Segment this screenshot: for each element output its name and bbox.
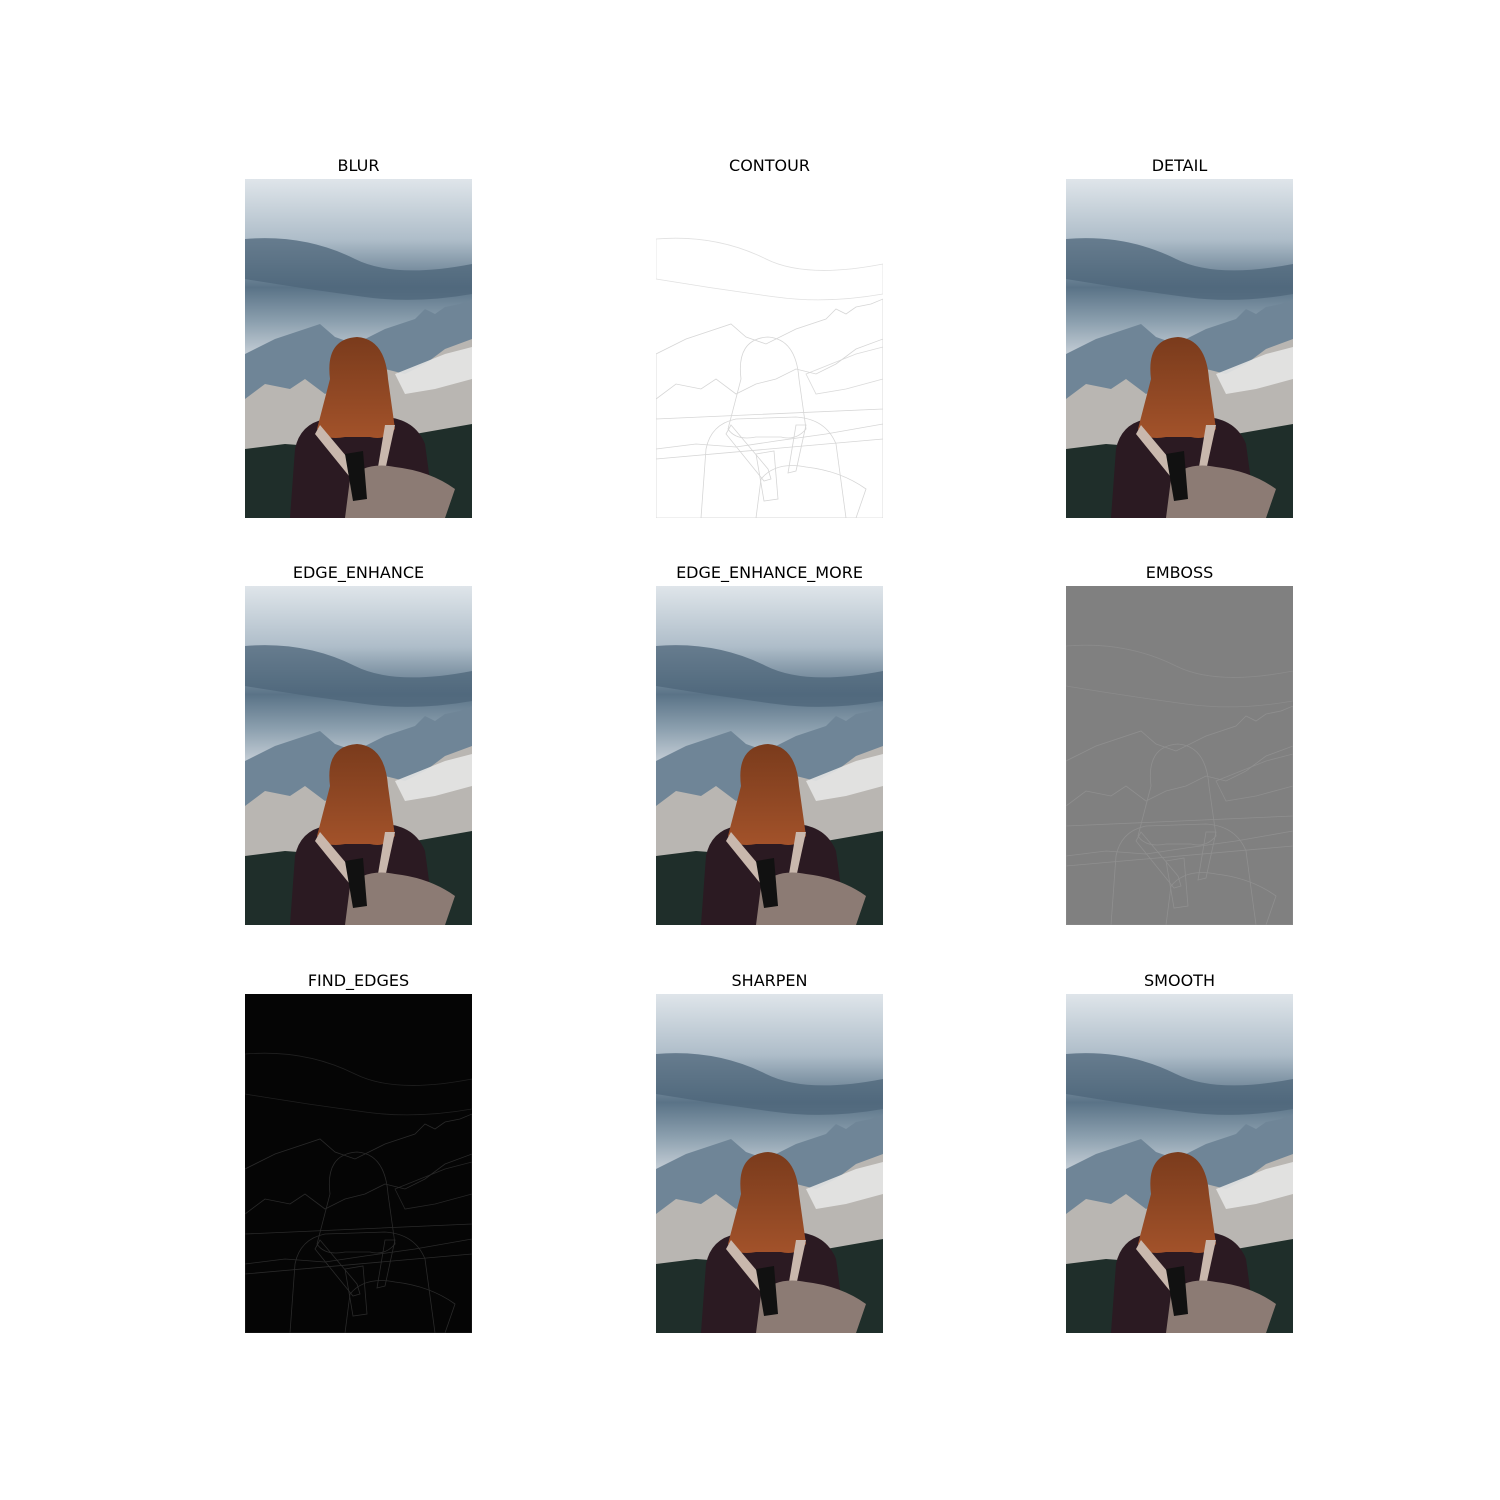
panel-title: DETAIL xyxy=(1151,156,1208,175)
filtered-photo xyxy=(656,586,883,925)
filtered-photo xyxy=(245,586,472,925)
panel-title: SMOOTH xyxy=(1144,971,1215,990)
panel-title: CONTOUR xyxy=(729,156,810,175)
panel-title: EMBOSS xyxy=(1145,563,1214,582)
filtered-photo xyxy=(656,179,883,518)
filtered-photo xyxy=(1066,994,1293,1333)
panel-title: EDGE_ENHANCE_MORE xyxy=(676,563,863,582)
filtered-photo xyxy=(1066,179,1293,518)
panel-title: EDGE_ENHANCE xyxy=(292,563,425,582)
panel-title: BLUR xyxy=(337,156,380,175)
filtered-photo xyxy=(656,994,883,1333)
filtered-photo xyxy=(1066,586,1293,925)
filtered-photo xyxy=(245,179,472,518)
panel-title: SHARPEN xyxy=(731,971,808,990)
panel-title: FIND_EDGES xyxy=(307,971,410,990)
filtered-photo xyxy=(245,994,472,1333)
